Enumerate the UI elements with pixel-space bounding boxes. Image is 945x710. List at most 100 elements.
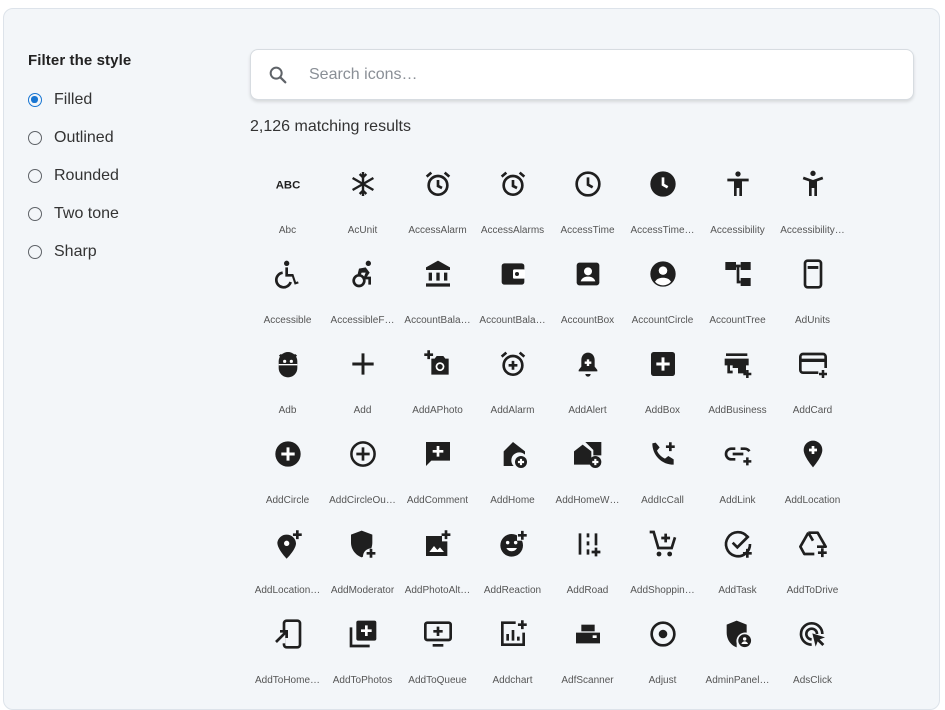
icon-tile-label: AddTask [718,585,757,596]
icon-tile-ad-units[interactable]: AdUnits [775,242,850,332]
icon-tile-accessible-forward[interactable]: AccessibleF… [325,242,400,332]
accessible-forward-icon [325,242,400,306]
icon-tile-ads-click[interactable]: AdsClick [775,602,850,692]
accessibility-new-icon [775,152,850,216]
icon-tile-adf-scanner[interactable]: AdfScanner [550,602,625,692]
icon-tile-add-location-alt[interactable]: AddLocation… [250,512,325,602]
icon-tile-account-tree[interactable]: AccountTree [700,242,775,332]
icon-tile-label: AccessAlarms [480,225,545,236]
style-option-outlined[interactable]: Outlined [28,119,218,157]
add-a-photo-icon [400,332,475,396]
icon-tile-add-home-work[interactable]: AddHomeW… [550,422,625,512]
add-link-icon [700,422,775,486]
icon-tile-account-box[interactable]: AccountBox [550,242,625,332]
icon-tile-add-task[interactable]: AddTask [700,512,775,602]
icon-tile-add-alarm[interactable]: AddAlarm [475,332,550,422]
icon-tile-add-circle-outline[interactable]: AddCircleOu… [325,422,400,512]
icon-tile-add-to-home-screen[interactable]: AddToHome… [250,602,325,692]
icon-tile-add-box[interactable]: AddBox [625,332,700,422]
radio-button[interactable] [28,245,42,259]
add-alarm-icon [475,332,550,396]
add-icon [325,332,400,396]
style-option-label: Two tone [54,205,119,222]
icon-tile-accessibility-new[interactable]: Accessibility… [775,152,850,242]
access-time-filled-icon [625,152,700,216]
adjust-icon [625,602,700,666]
radio-button[interactable] [28,131,42,145]
icon-tile-label: AdUnits [794,315,830,326]
search-input[interactable] [307,64,871,85]
icon-tile-add-road[interactable]: AddRoad [550,512,625,602]
search-box[interactable] [250,49,914,100]
icon-tile-access-time-filled[interactable]: AccessTime… [625,152,700,242]
add-location-alt-icon [250,512,325,576]
radio-button[interactable] [28,93,42,107]
icon-tile-add-reaction[interactable]: AddReaction [475,512,550,602]
icon-tile-add-to-drive[interactable]: AddToDrive [775,512,850,602]
icon-tile-label: AddBox [644,405,681,416]
style-option-filled[interactable]: Filled [28,81,218,119]
icon-tile-label: AccessTime… [630,225,695,236]
icon-tile-add-alert[interactable]: AddAlert [550,332,625,422]
add-business-icon [700,332,775,396]
icon-tile-addchart[interactable]: Addchart [475,602,550,692]
icon-tile-add-link[interactable]: AddLink [700,422,775,512]
style-option-sharp[interactable]: Sharp [28,233,218,271]
icon-tile-label: Accessibility… [780,225,845,236]
icon-tile-label: Add [353,405,372,416]
style-option-two-tone[interactable]: Two tone [28,195,218,233]
icon-tile-abc[interactable]: ABC Abc [250,152,325,242]
style-option-rounded[interactable]: Rounded [28,157,218,195]
icon-tile-add-business[interactable]: AddBusiness [700,332,775,422]
icon-tile-add[interactable]: Add [325,332,400,422]
icon-tile-add-comment[interactable]: AddComment [400,422,475,512]
icon-tile-admin-panel-settings[interactable]: AdminPanel… [700,602,775,692]
icon-tile-add-shopping-cart[interactable]: AddShoppin… [625,512,700,602]
icon-tile-add-moderator[interactable]: AddModerator [325,512,400,602]
icon-tile-add-photo-alternate[interactable]: AddPhotoAlt… [400,512,475,602]
icon-tile-add-location[interactable]: AddLocation [775,422,850,512]
icon-tile-add-card[interactable]: AddCard [775,332,850,422]
add-shopping-cart-icon [625,512,700,576]
icon-tile-adjust[interactable]: Adjust [625,602,700,692]
icon-tile-label: AddRoad [566,585,609,596]
icon-tile-add-ic-call[interactable]: AddIcCall [625,422,700,512]
icon-tile-label: AddReaction [483,585,542,596]
add-ic-call-icon [625,422,700,486]
radio-button[interactable] [28,207,42,221]
icon-tile-add-to-queue[interactable]: AddToQueue [400,602,475,692]
icon-tile-label: AccountBala… [479,315,546,326]
icon-tile-label: Abc [278,225,297,236]
icon-tile-label: AddHome [490,495,535,506]
icon-tile-access-alarm[interactable]: AccessAlarm [400,152,475,242]
add-reaction-icon [475,512,550,576]
icon-tile-add-a-photo[interactable]: AddAPhoto [400,332,475,422]
icon-tile-label: Accessibility [710,225,765,236]
icon-tile-add-to-photos[interactable]: AddToPhotos [325,602,400,692]
ac-unit-icon [325,152,400,216]
icon-tile-account-balance[interactable]: AccountBala… [400,242,475,332]
icon-tile-accessibility[interactable]: Accessibility [700,152,775,242]
style-radio-group: Filled Outlined Rounded Two tone Sharp [28,81,218,271]
radio-button[interactable] [28,169,42,183]
icon-tile-account-balance-wallet[interactable]: AccountBala… [475,242,550,332]
icon-tile-adb[interactable]: Adb [250,332,325,422]
icon-tile-accessible[interactable]: Accessible [250,242,325,332]
icon-tile-label: AddToPhotos [332,675,393,686]
icon-tile-add-home[interactable]: AddHome [475,422,550,512]
add-card-icon [775,332,850,396]
icon-tile-access-time[interactable]: AccessTime [550,152,625,242]
icon-tile-label: AddAPhoto [412,405,463,416]
icon-tile-label: AddLink [719,495,756,506]
icon-tile-add-circle[interactable]: AddCircle [250,422,325,512]
icon-tile-ac-unit[interactable]: AcUnit [325,152,400,242]
icon-tile-account-circle[interactable]: AccountCircle [625,242,700,332]
icon-tile-access-alarms[interactable]: AccessAlarms [475,152,550,242]
addchart-icon [475,602,550,666]
add-photo-alternate-icon [400,512,475,576]
icon-tile-label: AccessAlarm [408,225,467,236]
icon-tile-label: AccountBala… [404,315,471,326]
add-home-icon [475,422,550,486]
ads-click-icon [775,602,850,666]
icon-tile-label: AccountTree [709,315,766,326]
